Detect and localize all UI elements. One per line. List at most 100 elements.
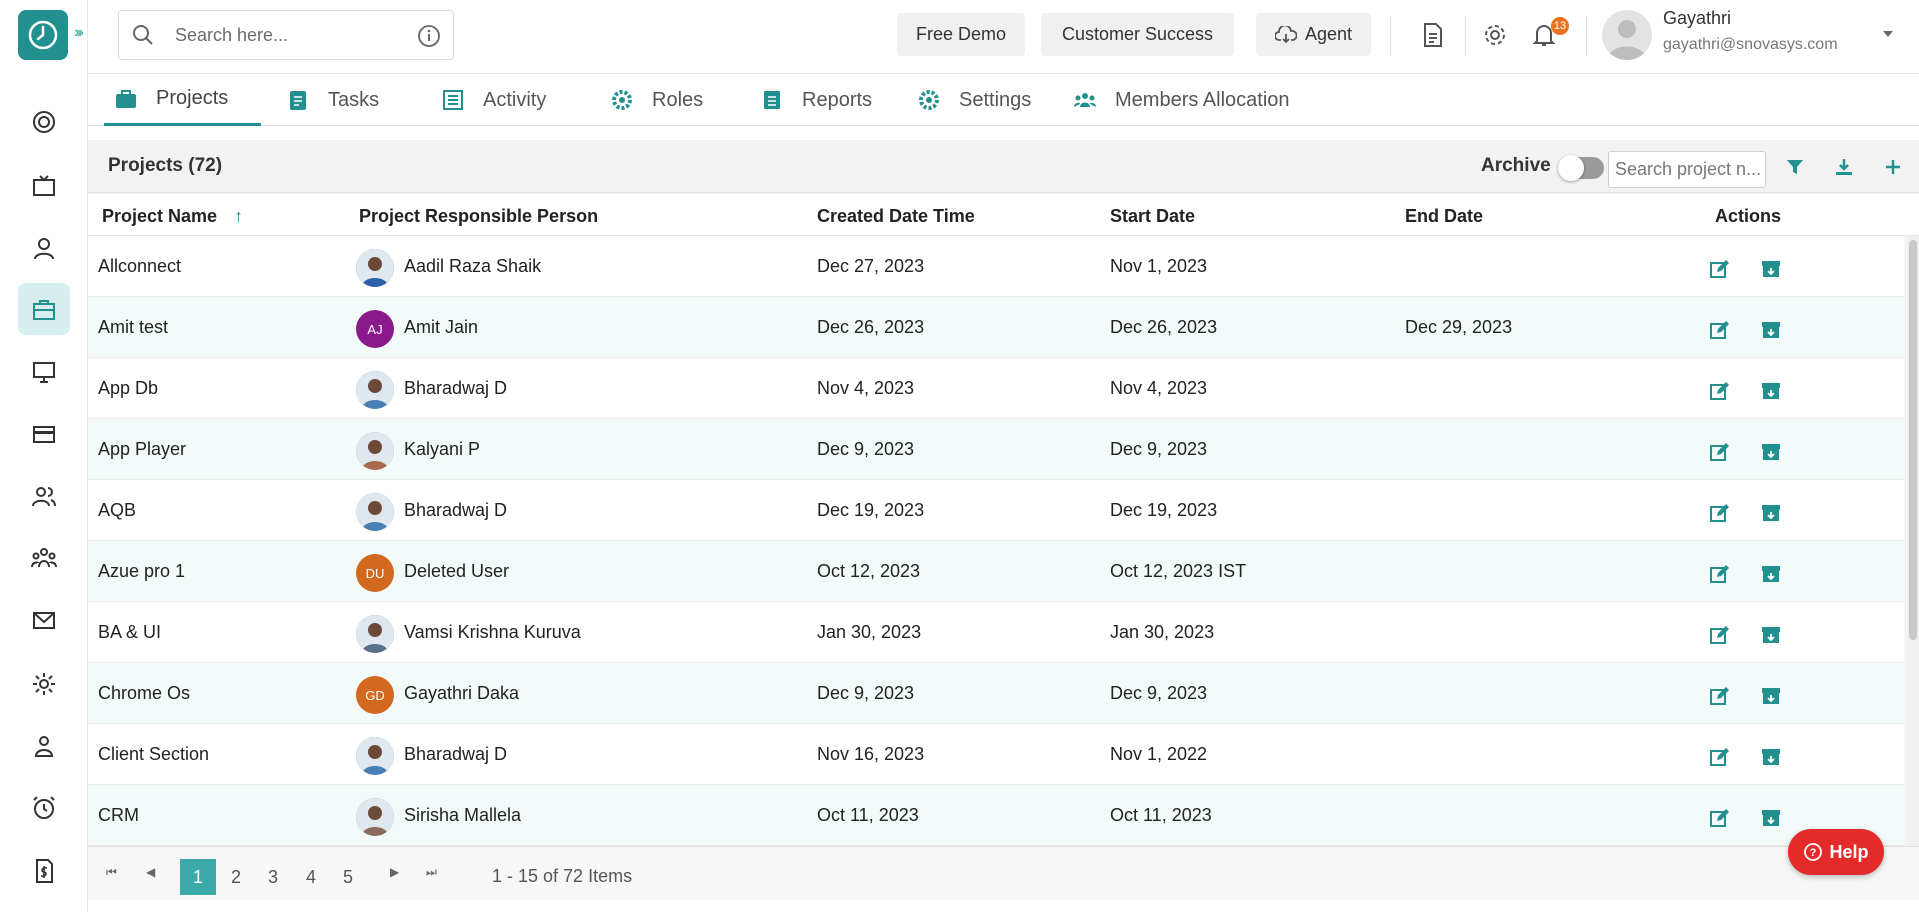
tab-settings[interactable]: Settings — [917, 74, 1031, 126]
add-project-icon[interactable] — [1880, 154, 1906, 180]
archive-icon[interactable] — [1760, 563, 1782, 585]
archive-icon[interactable] — [1760, 319, 1782, 341]
page-2[interactable]: 2 — [218, 859, 254, 895]
tab-projects[interactable]: Projects — [104, 74, 261, 126]
edit-icon[interactable] — [1709, 624, 1731, 646]
archive-icon[interactable] — [1760, 441, 1782, 463]
edit-icon[interactable] — [1709, 502, 1731, 524]
scroll-thumb[interactable] — [1909, 240, 1917, 640]
col-start-date[interactable]: Start Date — [1110, 206, 1195, 227]
table-row[interactable]: Chrome Os GD Gayathri Daka Dec 9, 2023 Dec 9… — [88, 663, 1904, 724]
sidebar-item-dashboard[interactable] — [18, 96, 70, 148]
edit-icon[interactable] — [1709, 258, 1731, 280]
end-date-cell: Dec 29, 2023 — [1405, 317, 1513, 337]
user-avatar[interactable] — [1602, 10, 1652, 60]
download-icon[interactable] — [1831, 154, 1857, 180]
table-body: Allconnect Aadil Raza Shaik Dec 27, 2023 No… — [88, 236, 1919, 846]
table-row[interactable]: BA & UI Vamsi Krishna Kuruva Jan 30, 2023 J… — [88, 602, 1904, 663]
sidebar-item-settings[interactable] — [18, 658, 70, 710]
project-name-cell: App Player — [98, 439, 187, 459]
sort-up-icon[interactable]: ↑ — [234, 206, 243, 226]
table-row[interactable]: Amit test AJ Amit Jain Dec 26, 2023 Dec 26, … — [88, 297, 1904, 358]
notification-badge: 13 — [1551, 17, 1569, 35]
free-demo-button[interactable]: Free Demo — [897, 13, 1025, 56]
project-name-cell: Azue pro 1 — [98, 561, 186, 581]
table-row[interactable]: AQB Bharadwaj D Dec 19, 2023 Dec 19, 2023 — [88, 480, 1904, 541]
edit-icon[interactable] — [1709, 807, 1731, 829]
sidebar-item-projects[interactable] — [18, 283, 70, 335]
sidebar-item-mail[interactable] — [18, 594, 70, 646]
table-scrollbar[interactable] — [1907, 236, 1919, 846]
tab-roles[interactable]: Roles — [610, 74, 703, 126]
tab-label: Settings — [959, 88, 1032, 111]
archive-icon[interactable] — [1760, 624, 1782, 646]
edit-icon[interactable] — [1709, 319, 1731, 341]
sidebar-item-timer[interactable] — [18, 782, 70, 834]
tab-label: Activity — [483, 88, 547, 111]
col-created-date[interactable]: Created Date Time — [817, 206, 975, 227]
app-logo[interactable] — [18, 10, 68, 60]
filter-icon[interactable] — [1782, 154, 1808, 180]
edit-icon[interactable] — [1709, 563, 1731, 585]
sidebar-item-tv[interactable] — [18, 160, 70, 212]
tab-reports[interactable]: Reports — [760, 74, 872, 126]
avatar — [356, 371, 394, 409]
edit-icon[interactable] — [1709, 685, 1731, 707]
clock-logo-icon — [28, 20, 58, 50]
edit-icon[interactable] — [1709, 441, 1731, 463]
info-icon[interactable] — [417, 24, 441, 48]
archive-icon[interactable] — [1760, 502, 1782, 524]
sidebar-item-team[interactable] — [18, 532, 70, 584]
project-name-cell: Chrome Os — [98, 683, 191, 703]
chevron-down-icon[interactable] — [1882, 28, 1894, 40]
tab-members-allocation[interactable]: Members Allocation — [1073, 74, 1290, 126]
sidebar-item-users[interactable] — [18, 470, 70, 522]
edit-icon[interactable] — [1709, 380, 1731, 402]
sidebar-item-monitor[interactable] — [18, 346, 70, 398]
document-icon[interactable] — [1418, 20, 1448, 50]
archive-icon[interactable] — [1760, 807, 1782, 829]
tab-tasks[interactable]: Tasks — [286, 74, 379, 126]
sidebar-item-profile[interactable] — [18, 222, 70, 274]
col-responsible-person[interactable]: Project Responsible Person — [359, 206, 598, 227]
page-5[interactable]: 5 — [330, 859, 366, 895]
table-row[interactable]: Azue pro 1 DU Deleted User Oct 12, 2023 Oct … — [88, 541, 1904, 602]
col-project-name[interactable]: Project Name ↑ — [102, 206, 243, 227]
settings-gear-icon[interactable] — [1480, 20, 1510, 50]
tab-activity[interactable]: Activity — [441, 74, 546, 126]
page-3[interactable]: 3 — [255, 859, 291, 895]
table-row[interactable]: CRM Sirisha Mallela Oct 11, 2023 Oct 11, 20… — [88, 785, 1904, 846]
archive-icon[interactable] — [1760, 685, 1782, 707]
customer-success-button[interactable]: Customer Success — [1041, 13, 1234, 56]
global-search[interactable] — [118, 10, 454, 60]
archive-icon[interactable] — [1760, 380, 1782, 402]
sidebar-item-invoices[interactable] — [18, 845, 70, 897]
expand-sidebar-icon[interactable]: ››› — [74, 24, 84, 42]
table-row[interactable]: App Player Kalyani P Dec 9, 2023 Dec 9, 202… — [88, 419, 1904, 480]
archive-icon[interactable] — [1760, 258, 1782, 280]
first-page-icon[interactable]: ⏮ — [106, 865, 117, 880]
page-1[interactable]: 1 — [180, 859, 216, 895]
next-page-icon[interactable]: ▶ — [390, 865, 399, 879]
archive-toggle[interactable] — [1558, 155, 1604, 181]
search-input[interactable] — [175, 24, 405, 46]
prev-page-icon[interactable]: ◀ — [146, 865, 155, 879]
sidebar-item-admin[interactable] — [18, 720, 70, 772]
sidebar-item-billing[interactable] — [18, 408, 70, 460]
help-button[interactable]: ? Help — [1788, 829, 1884, 875]
col-label: Project Name — [102, 206, 218, 226]
table-row[interactable]: Client Section Bharadwaj D Nov 16, 2023 Nov… — [88, 724, 1904, 785]
page-4[interactable]: 4 — [293, 859, 329, 895]
archive-icon[interactable] — [1760, 746, 1782, 768]
last-page-icon[interactable]: ⏭ — [426, 865, 437, 880]
project-search-input[interactable] — [1608, 151, 1766, 188]
agent-button[interactable]: Agent — [1256, 13, 1371, 56]
cloud-download-icon — [1274, 25, 1297, 43]
start-date-cell: Nov 4, 2023 — [1110, 378, 1208, 398]
edit-icon[interactable] — [1709, 746, 1731, 768]
table-row[interactable]: App Db Bharadwaj D Nov 4, 2023 Nov 4, 2023 — [88, 358, 1904, 419]
users-icon — [32, 487, 56, 507]
table-row[interactable]: Allconnect Aadil Raza Shaik Dec 27, 2023 No… — [88, 236, 1904, 297]
col-end-date[interactable]: End Date — [1405, 206, 1483, 227]
created-date-cell: Dec 9, 2023 — [817, 439, 915, 459]
